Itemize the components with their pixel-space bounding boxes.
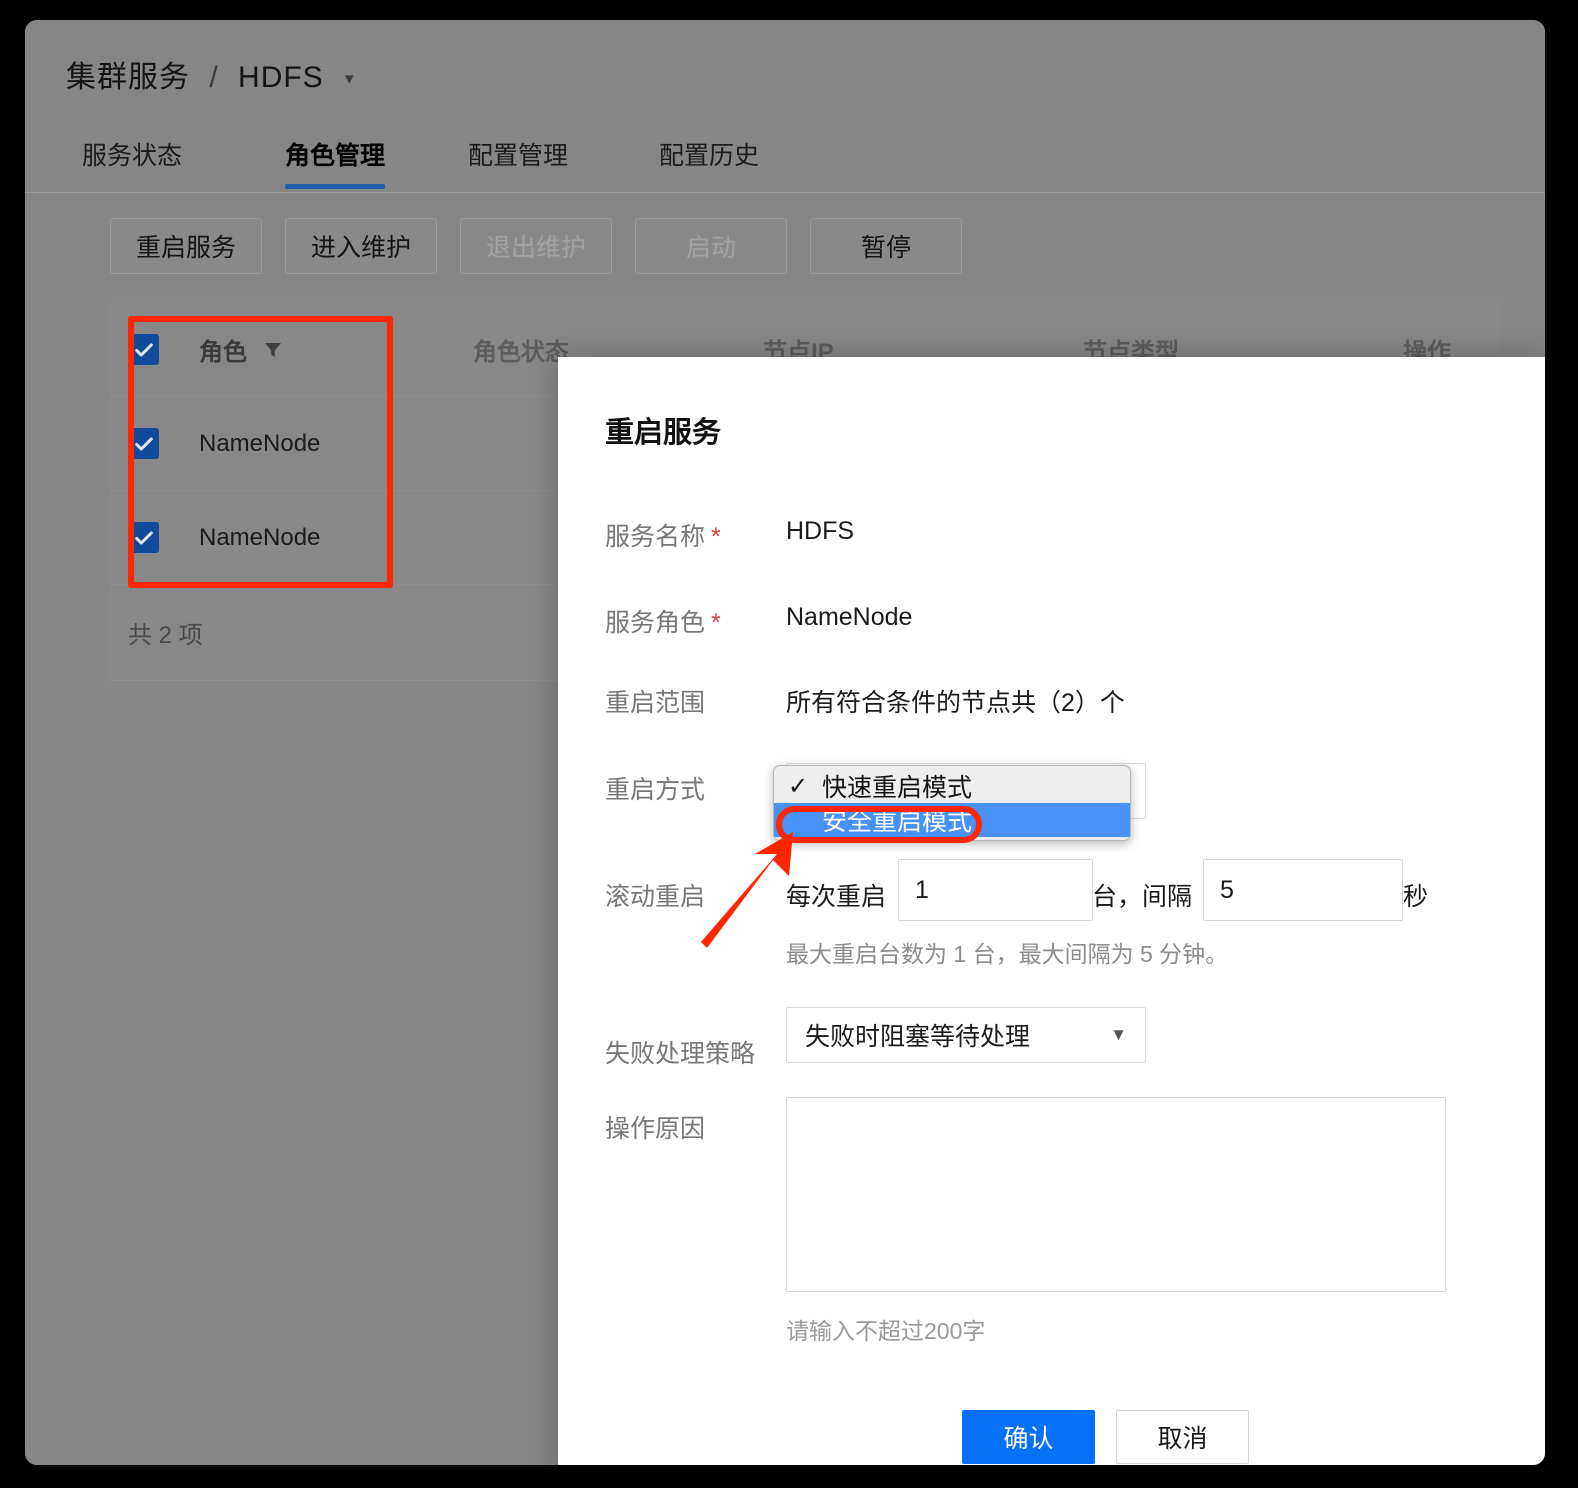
button-label: 确认: [1003, 1425, 1054, 1453]
dialog-title: 重启服务: [605, 417, 722, 449]
rolling-mid-label: 台，间隔: [1092, 883, 1193, 911]
tab-config-management[interactable]: 配置管理: [468, 136, 568, 172]
option-label: 快速重启模式: [822, 774, 973, 802]
header-label-role: 角色: [199, 339, 247, 366]
check-icon: [134, 530, 153, 545]
field-label: 操作原因: [605, 1115, 706, 1143]
dropdown-option-safe-restart[interactable]: 安全重启模式: [774, 803, 1130, 837]
tab-label: 配置管理: [468, 142, 569, 170]
row-role-name: NameNode: [199, 523, 321, 551]
rolling-restart-hint: 最大重启台数为 1 台，最大间隔为 5 分钟。: [786, 941, 1229, 967]
field-label: 服务名称 *: [605, 523, 721, 551]
row-checkbox[interactable]: [128, 428, 159, 459]
tab-service-status[interactable]: 服务状态: [82, 136, 182, 172]
field-label: 重启方式: [605, 776, 706, 804]
tab-label: 配置历史: [659, 142, 760, 170]
field-label: 服务角色 *: [605, 609, 721, 637]
breadcrumb-root[interactable]: 集群服务: [66, 61, 190, 94]
required-marker: *: [711, 609, 721, 637]
check-icon: ✓: [788, 772, 809, 800]
restart-mode-dropdown: ✓ 快速重启模式 安全重启模式: [773, 765, 1131, 841]
rolling-suffix-label: 秒: [1403, 883, 1429, 911]
row-checkbox[interactable]: [128, 522, 159, 553]
pause-button[interactable]: 暂停: [810, 218, 962, 274]
failure-policy-selected-value: 失败时阻塞等待处理: [805, 1023, 1031, 1051]
exit-maintenance-button: 退出维护: [460, 218, 612, 274]
rolling-count-input[interactable]: 1: [898, 859, 1093, 921]
button-label: 进入维护: [310, 234, 411, 262]
rolling-count-value: 1: [915, 875, 929, 904]
field-service-role: 服务角色 * NameNode: [558, 603, 1545, 643]
row-role-name: NameNode: [199, 429, 321, 457]
filter-icon[interactable]: [263, 340, 283, 360]
cancel-button[interactable]: 取消: [1116, 1410, 1249, 1464]
tab-config-history[interactable]: 配置历史: [659, 136, 759, 172]
app-window: 集群服务 / HDFS ▾ 服务状态 角色管理 配置管理 配置历史 重启服务 进…: [25, 20, 1545, 1465]
required-marker: *: [711, 523, 721, 551]
tab-role-management[interactable]: 角色管理: [285, 136, 386, 189]
chevron-down-icon[interactable]: ▾: [345, 69, 355, 89]
rolling-prefix-label: 每次重启: [786, 883, 887, 911]
button-label: 取消: [1157, 1425, 1208, 1453]
breadcrumb-separator: /: [209, 61, 219, 94]
rolling-interval-value: 5: [1220, 875, 1234, 904]
restart-service-button[interactable]: 重启服务: [110, 218, 262, 274]
tab-bar: 服务状态 角色管理 配置管理 配置历史: [25, 136, 1545, 193]
button-label: 退出维护: [485, 234, 586, 262]
row-cell-role: NameNode: [110, 491, 455, 584]
failure-policy-select[interactable]: 失败时阻塞等待处理 ▼: [786, 1007, 1146, 1063]
field-service-name: 服务名称 * HDFS: [558, 517, 1545, 557]
button-label: 重启服务: [135, 234, 236, 262]
row-cell-role: NameNode: [110, 397, 455, 490]
field-label: 重启范围: [605, 689, 706, 717]
field-value-service-name: HDFS: [786, 517, 855, 545]
start-button: 启动: [635, 218, 787, 274]
restart-service-dialog: 重启服务 服务名称 * HDFS 服务角色 * NameNode 重启范围 所有符合…: [558, 357, 1545, 1465]
check-icon: [134, 436, 153, 451]
tab-label: 服务状态: [82, 142, 183, 170]
button-label: 暂停: [860, 234, 911, 262]
rolling-interval-input[interactable]: 5: [1203, 859, 1403, 921]
field-label: 滚动重启: [605, 883, 706, 911]
field-value-service-role: NameNode: [786, 603, 913, 631]
breadcrumb-current[interactable]: HDFS: [238, 61, 324, 94]
field-label: 失败处理策略: [605, 1040, 756, 1068]
button-label: 启动: [685, 234, 736, 262]
reason-hint: 请输入不超过200字: [786, 1318, 986, 1344]
tab-underline: [285, 184, 386, 189]
enter-maintenance-button[interactable]: 进入维护: [285, 218, 437, 274]
field-value-restart-scope: 所有符合条件的节点共（2）个: [786, 689, 1125, 717]
select-all-checkbox[interactable]: [128, 334, 159, 365]
field-restart-scope: 重启范围 所有符合条件的节点共（2）个: [558, 683, 1545, 723]
toolbar: 重启服务 进入维护 退出维护 启动 暂停: [110, 218, 962, 274]
option-label: 安全重启模式: [822, 808, 973, 836]
check-icon: [134, 342, 153, 357]
tab-label: 角色管理: [285, 142, 386, 170]
breadcrumb: 集群服务 / HDFS ▾: [66, 52, 355, 96]
reason-textarea[interactable]: [786, 1097, 1446, 1292]
confirm-button[interactable]: 确认: [962, 1410, 1095, 1464]
chevron-down-icon: ▼: [1110, 1025, 1127, 1044]
header-label-status: 角色状态: [473, 339, 569, 366]
header-cell-role: 角色: [110, 303, 455, 396]
dropdown-option-fast-restart[interactable]: ✓ 快速重启模式: [774, 769, 1130, 803]
